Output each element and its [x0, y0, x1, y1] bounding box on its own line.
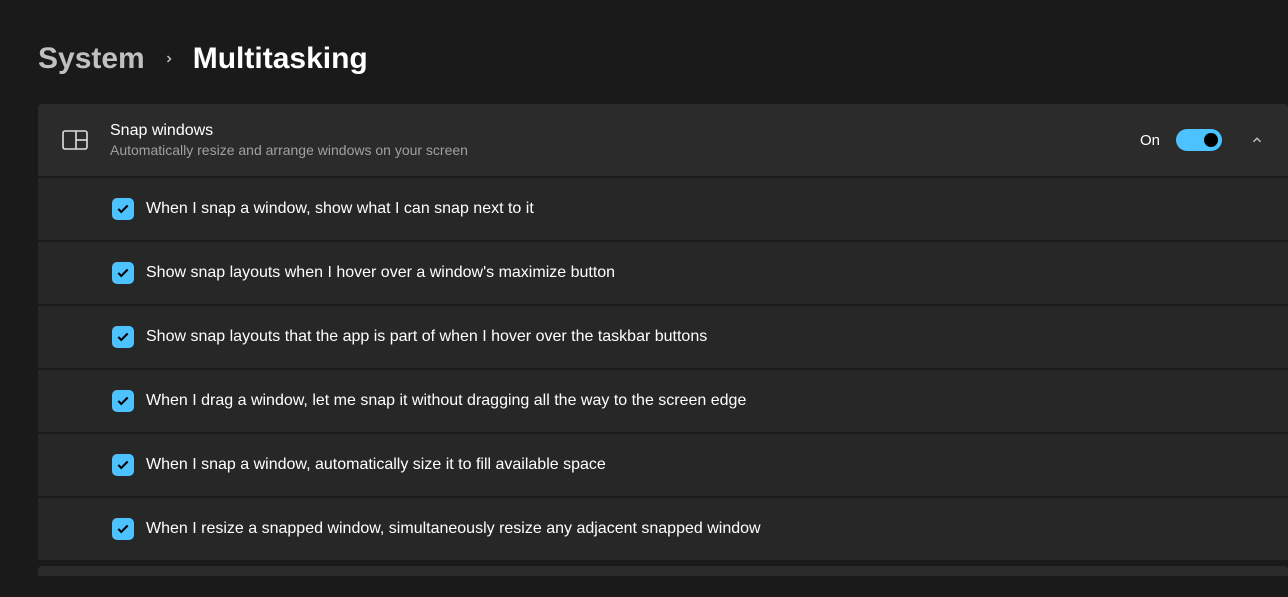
snap-option-row: Show snap layouts that the app is part o… [38, 306, 1288, 370]
snap-windows-toggle[interactable] [1176, 129, 1222, 151]
snap-layout-icon [62, 130, 88, 150]
snap-windows-title: Snap windows [110, 122, 1118, 140]
snap-windows-text: Snap windows Automatically resize and ar… [110, 122, 1118, 158]
checkbox-snap-layouts-maximize[interactable] [112, 262, 134, 284]
snap-option-row: Show snap layouts when I hover over a wi… [38, 242, 1288, 306]
toggle-state-label: On [1140, 132, 1160, 149]
checkbox-snap-fill-space[interactable] [112, 454, 134, 476]
chevron-up-icon[interactable] [1250, 133, 1264, 147]
snap-windows-header[interactable]: Snap windows Automatically resize and ar… [38, 104, 1288, 178]
checkbox-snap-layouts-taskbar[interactable] [112, 326, 134, 348]
option-label: When I drag a window, let me snap it wit… [146, 392, 746, 410]
option-label: Show snap layouts when I hover over a wi… [146, 264, 615, 282]
breadcrumb-current: Multitasking [193, 42, 368, 76]
snap-option-row: When I resize a snapped window, simultan… [38, 498, 1288, 562]
option-label: When I resize a snapped window, simultan… [146, 520, 761, 538]
option-label: When I snap a window, show what I can sn… [146, 200, 534, 218]
chevron-right-icon [163, 48, 175, 71]
option-label: When I snap a window, automatically size… [146, 456, 606, 474]
checkbox-snap-resize-adjacent[interactable] [112, 518, 134, 540]
snap-windows-panel: Snap windows Automatically resize and ar… [38, 104, 1288, 576]
snap-option-row: When I snap a window, automatically size… [38, 434, 1288, 498]
checkbox-snap-drag-edge[interactable] [112, 390, 134, 412]
breadcrumb: System Multitasking [0, 0, 1288, 104]
snap-windows-controls: On [1140, 129, 1264, 151]
next-panel-peek [38, 566, 1288, 576]
snap-option-row: When I snap a window, show what I can sn… [38, 178, 1288, 242]
snap-option-row: When I drag a window, let me snap it wit… [38, 370, 1288, 434]
checkbox-snap-assist[interactable] [112, 198, 134, 220]
snap-windows-subtitle: Automatically resize and arrange windows… [110, 142, 1118, 158]
breadcrumb-parent-system[interactable]: System [38, 42, 145, 76]
option-label: Show snap layouts that the app is part o… [146, 328, 707, 346]
